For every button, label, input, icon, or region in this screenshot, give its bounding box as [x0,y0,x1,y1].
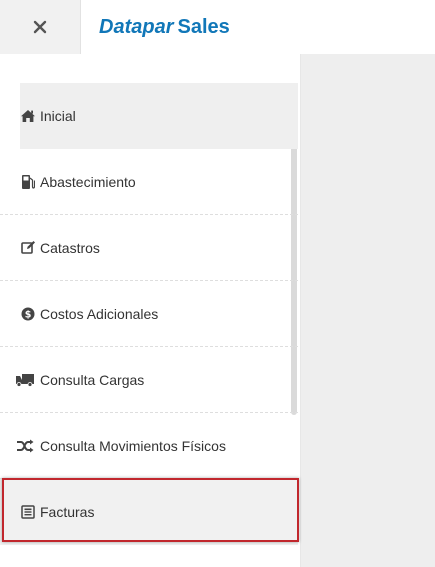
sidebar-item-label: Abastecimiento [40,173,136,190]
truck-icon [15,372,35,388]
sidebar-item-consulta-cargas[interactable]: Consulta Cargas [0,347,298,413]
edit-icon [20,240,36,256]
main-content [301,54,435,567]
svg-text:$: $ [25,309,32,320]
sidebar-item-label: Facturas [40,504,95,520]
sidebar-item-costos-adicionales[interactable]: $ Costos Adicionales [0,281,298,347]
dollar-circle-icon: $ [20,306,36,322]
sidebar-item-label: Consulta Cargas [40,371,145,388]
fuel-pump-icon [20,174,36,190]
sidebar-item-label: Costos Adicionales [40,305,159,322]
sidebar-item-inicial[interactable]: Inicial [20,83,298,149]
sidebar-item-label: Catastros [40,239,100,256]
sidebar-item-catastros[interactable]: Catastros [0,215,298,281]
sidebar-item-label: Inicial [40,108,76,124]
home-icon [20,108,36,124]
sidebar-item-label: Consulta Movimientos Físicos [40,437,226,454]
brand-part2: Sales [177,16,230,38]
brand-part1: Datapar [99,16,174,38]
shuffle-icon [16,438,34,454]
brand-logo[interactable]: Datapar Sales [99,16,230,39]
close-icon [33,20,47,34]
sidebar-item-abastecimiento[interactable]: Abastecimiento [0,149,298,215]
close-button[interactable] [0,0,81,54]
sidebar-item-consulta-movimientos[interactable]: Consulta Movimientos Físicos [0,413,298,479]
sidebar-item-facturas[interactable]: Facturas [0,479,298,545]
top-bar: Datapar Sales [0,0,435,55]
invoice-icon [20,504,36,520]
